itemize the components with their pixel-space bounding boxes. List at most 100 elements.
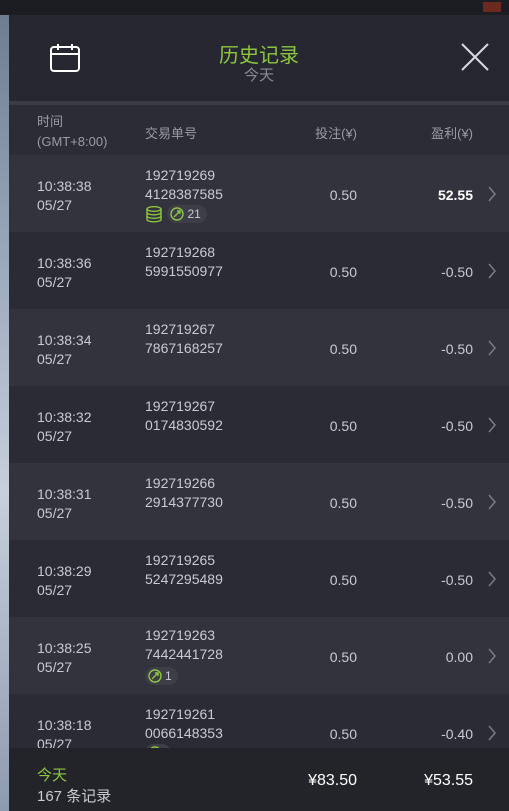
column-header: 时间 (GMT+8:00) 交易单号 投注(¥) 盈利(¥) [9, 105, 509, 155]
history-panel: 历史记录 今天 时间 (GMT+8:00) 交易单号 投注(¥) 盈利(¥) 1… [9, 15, 509, 811]
row-profit: -0.50 [441, 495, 473, 511]
chevron-right-icon [488, 340, 496, 356]
row-order-line1: 192719268 [145, 244, 216, 260]
row-order-line2: 5247295489 [145, 571, 223, 587]
row-badges: 21 [145, 205, 207, 225]
history-row[interactable]: 10:38:36 05/27 192719268 5991550977 0.50 -… [9, 232, 509, 309]
row-order: 192719269 4128387585 [145, 166, 223, 204]
row-profit: -0.50 [441, 264, 473, 280]
row-profit: -0.40 [441, 726, 473, 742]
row-order-line2: 4128387585 [145, 186, 223, 202]
chevron-right-icon [488, 648, 496, 664]
row-stake: 0.50 [329, 572, 357, 588]
footer-record-count: 167 条记录 [37, 788, 112, 805]
row-date: 05/27 [37, 736, 73, 748]
row-badges: 1 [145, 667, 178, 687]
row-time-value: 10:38:18 [37, 717, 92, 733]
row-order-line2: 7867168257 [145, 340, 223, 356]
row-date: 05/27 [37, 659, 73, 675]
free-spin-icon [170, 207, 185, 221]
footer-profit-total: ¥53.55 [424, 772, 473, 789]
row-date: 05/27 [37, 505, 73, 521]
row-time: 10:38:36 05/27 [37, 254, 92, 292]
row-time: 10:38:31 05/27 [37, 485, 92, 523]
row-time-value: 10:38:38 [37, 178, 92, 194]
row-date: 05/27 [37, 428, 73, 444]
row-time: 10:38:25 05/27 [37, 639, 92, 677]
row-order-line2: 2914377730 [145, 494, 223, 510]
column-time: 时间 (GMT+8:00) [37, 112, 107, 152]
row-time-value: 10:38:31 [37, 486, 92, 502]
row-profit: -0.50 [441, 341, 473, 357]
row-stake: 0.50 [329, 726, 357, 742]
history-row[interactable]: 10:38:29 05/27 192719265 5247295489 0.50 -… [9, 540, 509, 617]
row-order-line1: 192719263 [145, 627, 216, 643]
row-order-line1: 192719265 [145, 552, 216, 568]
row-order: 192719266 2914377730 [145, 474, 223, 512]
chevron-right-icon [488, 417, 496, 433]
row-order-line1: 192719261 [145, 706, 216, 722]
row-time: 10:38:29 05/27 [37, 562, 92, 600]
summary-footer: 今天 167 条记录 ¥83.50 ¥53.55 [9, 748, 509, 811]
close-icon[interactable] [459, 41, 491, 73]
row-order: 192719265 5247295489 [145, 551, 223, 589]
history-row[interactable]: 10:38:18 05/27 192719261 0066148353 0.50 -… [9, 694, 509, 748]
row-order-line1: 192719269 [145, 167, 216, 183]
chevron-right-icon [488, 725, 496, 741]
row-time-value: 10:38:29 [37, 563, 92, 579]
row-order-line2: 5991550977 [145, 263, 223, 279]
free-spin-icon [148, 669, 162, 683]
row-order-line2: 0174830592 [145, 417, 223, 433]
row-date: 05/27 [37, 351, 73, 367]
row-date: 05/27 [37, 582, 73, 598]
row-order: 192719267 0174830592 [145, 397, 223, 435]
column-time-label: 时间 [37, 114, 64, 129]
history-row[interactable]: 10:38:31 05/27 192719266 2914377730 0.50 -… [9, 463, 509, 540]
row-profit: -0.50 [441, 572, 473, 588]
row-order-line2: 7442441728 [145, 646, 223, 662]
background-edge [0, 15, 9, 811]
row-order-line1: 192719267 [145, 398, 216, 414]
free-spin-badge: 1 [145, 667, 178, 685]
row-order: 192719263 7442441728 [145, 626, 223, 664]
row-order-line1: 192719266 [145, 475, 216, 491]
coins-icon [146, 206, 162, 223]
row-stake: 0.50 [329, 264, 357, 280]
free-spin-count: 1 [165, 669, 172, 683]
panel-header: 历史记录 今天 [9, 15, 509, 101]
history-row[interactable]: 10:38:32 05/27 192719267 0174830592 0.50 -… [9, 386, 509, 463]
row-time: 10:38:32 05/27 [37, 408, 92, 446]
row-time: 10:38:38 05/27 [37, 177, 92, 215]
row-order: 192719267 7867168257 [145, 320, 223, 358]
column-time-zone: (GMT+8:00) [37, 134, 108, 149]
row-order-line2: 0066148353 [145, 725, 223, 741]
history-row[interactable]: 10:38:34 05/27 192719267 7867168257 0.50 -… [9, 309, 509, 386]
row-stake: 0.50 [329, 495, 357, 511]
row-profit: 0.00 [445, 649, 473, 665]
row-order-line1: 192719267 [145, 321, 216, 337]
row-time-value: 10:38:32 [37, 409, 92, 425]
history-list: 10:38:38 05/27 192719269 4128387585 21 0.5… [9, 155, 509, 748]
row-stake: 0.50 [329, 341, 357, 357]
footer-period: 今天 [37, 767, 68, 784]
row-stake: 0.50 [329, 418, 357, 434]
browser-top-strip [0, 0, 509, 15]
column-stake: 投注(¥) [315, 126, 357, 141]
row-time-value: 10:38:36 [37, 255, 92, 271]
column-order: 交易单号 [145, 126, 198, 141]
row-time-value: 10:38:34 [37, 332, 92, 348]
free-spin-badge: 21 [167, 205, 207, 223]
history-row[interactable]: 10:38:38 05/27 192719269 4128387585 21 0.5… [9, 155, 509, 232]
row-profit: 52.55 [437, 187, 473, 203]
row-time: 10:38:34 05/27 [37, 331, 92, 369]
chevron-right-icon [488, 494, 496, 510]
column-profit: 盈利(¥) [431, 126, 473, 141]
row-time: 10:38:18 05/27 [37, 716, 92, 748]
chevron-right-icon [488, 263, 496, 279]
top-strip-accent [483, 2, 501, 12]
row-order: 192719268 5991550977 [145, 243, 223, 281]
row-time-value: 10:38:25 [37, 640, 92, 656]
history-row[interactable]: 10:38:25 05/27 192719263 7442441728 1 0.50… [9, 617, 509, 694]
row-stake: 0.50 [329, 649, 357, 665]
footer-stake-total: ¥83.50 [308, 772, 357, 789]
